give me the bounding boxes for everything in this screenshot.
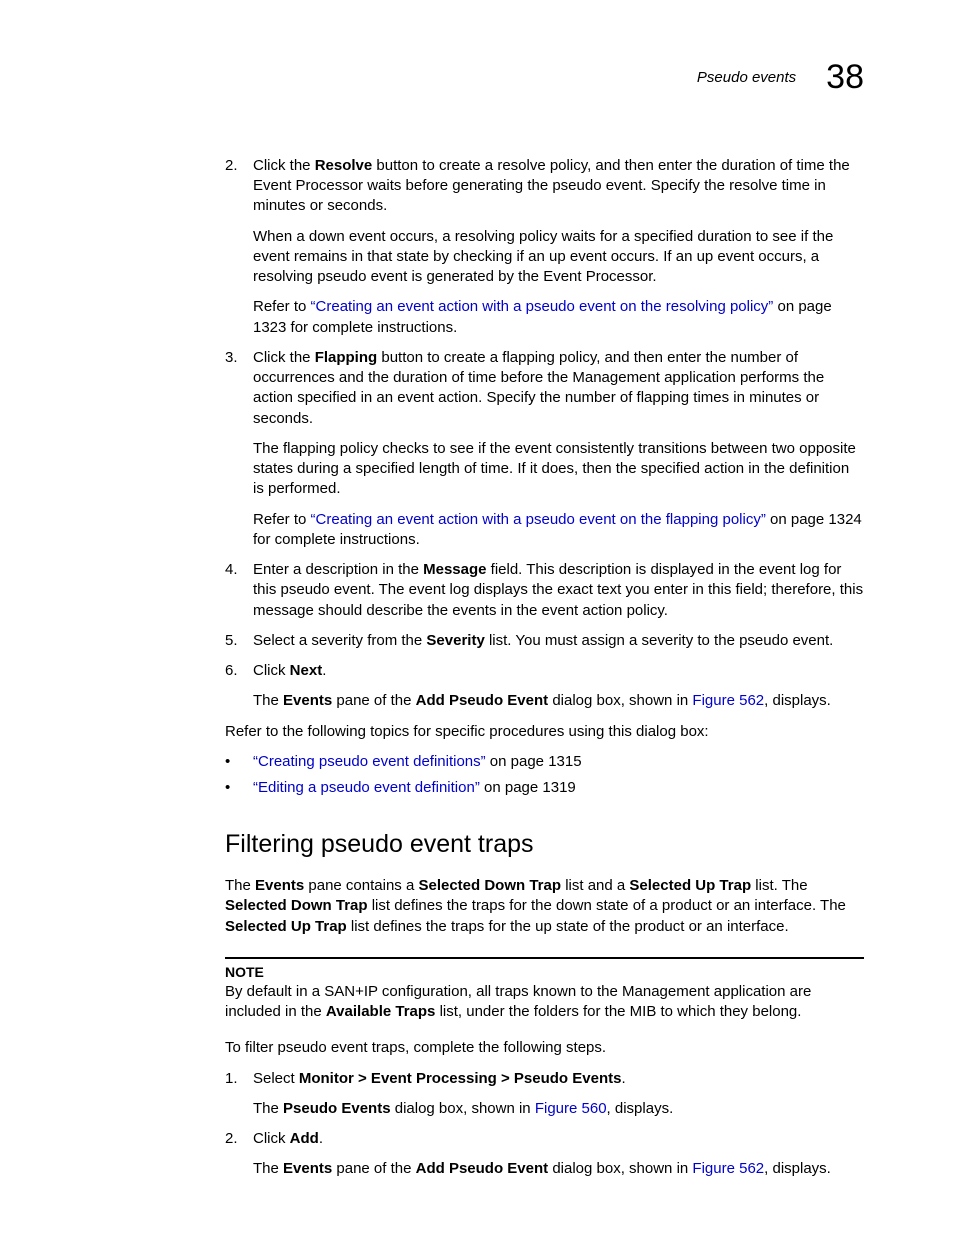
step-number: 4. [225, 560, 238, 580]
note-body: By default in a SAN+IP configuration, al… [225, 982, 864, 1023]
link-figure-560[interactable]: Figure 560 [535, 1100, 607, 1117]
section-heading: Filtering pseudo event traps [225, 828, 864, 862]
step-text: Click the Flapping button to create a fl… [253, 348, 864, 429]
step-2: 2. Click the Resolve button to create a … [225, 156, 864, 338]
step-number: 5. [225, 631, 238, 651]
step-text: When a down event occurs, a resolving po… [253, 227, 864, 288]
chapter-number: 38 [826, 55, 864, 101]
step-5: 5. Select a severity from the Severity l… [225, 631, 864, 651]
section-paragraph: The Events pane contains a Selected Down… [225, 876, 864, 937]
step-number: 6. [225, 661, 238, 681]
step-text: Refer to “Creating an event action with … [253, 297, 864, 338]
page: Pseudo events 38 2. Click the Resolve bu… [0, 0, 954, 1250]
steps-list-main: 2. Click the Resolve button to create a … [225, 156, 864, 712]
step-text: The Events pane of the Add Pseudo Event … [253, 691, 864, 711]
link-editing-definition[interactable]: “Editing a pseudo event definition” [253, 779, 480, 796]
link-figure-562[interactable]: Figure 562 [692, 692, 764, 709]
filter-step-2: 2. Click Add. The Events pane of the Add… [225, 1129, 864, 1180]
link-creating-definitions[interactable]: “Creating pseudo event definitions” [253, 753, 486, 770]
step-text: Click the Resolve button to create a res… [253, 156, 864, 217]
filter-intro: To filter pseudo event traps, complete t… [225, 1038, 864, 1058]
list-item: “Creating pseudo event definitions” on p… [253, 752, 864, 772]
step-3: 3. Click the Flapping button to create a… [225, 348, 864, 550]
step-number: 3. [225, 348, 238, 368]
list-item: “Editing a pseudo event definition” on p… [253, 778, 864, 798]
steps-list-filter: 1. Select Monitor > Event Processing > P… [225, 1069, 864, 1180]
header-title: Pseudo events [697, 68, 796, 88]
step-number: 2. [225, 1129, 238, 1149]
step-text: Select a severity from the Severity list… [253, 631, 864, 651]
page-header: Pseudo events 38 [225, 55, 864, 101]
step-4: 4. Enter a description in the Message fi… [225, 560, 864, 621]
filter-step-1: 1. Select Monitor > Event Processing > P… [225, 1069, 864, 1120]
step-6: 6. Click Next. The Events pane of the Ad… [225, 661, 864, 712]
step-text: The flapping policy checks to see if the… [253, 439, 864, 500]
step-number: 1. [225, 1069, 238, 1089]
step-text: Refer to “Creating an event action with … [253, 510, 864, 551]
step-number: 2. [225, 156, 238, 176]
link-figure-562b[interactable]: Figure 562 [692, 1160, 764, 1177]
step-text: Select Monitor > Event Processing > Pseu… [253, 1069, 864, 1089]
step-text: Click Next. [253, 661, 864, 681]
note-label: NOTE [225, 963, 864, 982]
topic-links-list: “Creating pseudo event definitions” on p… [253, 752, 864, 799]
note-block: NOTE By default in a SAN+IP configuratio… [225, 957, 864, 1022]
step-text: Enter a description in the Message field… [253, 560, 864, 621]
link-resolving-policy[interactable]: “Creating an event action with a pseudo … [311, 298, 774, 315]
step-text: Click Add. [253, 1129, 864, 1149]
step-text: The Pseudo Events dialog box, shown in F… [253, 1099, 864, 1119]
step-text: The Events pane of the Add Pseudo Event … [253, 1159, 864, 1179]
refer-paragraph: Refer to the following topics for specif… [225, 722, 864, 742]
link-flapping-policy[interactable]: “Creating an event action with a pseudo … [311, 511, 766, 528]
